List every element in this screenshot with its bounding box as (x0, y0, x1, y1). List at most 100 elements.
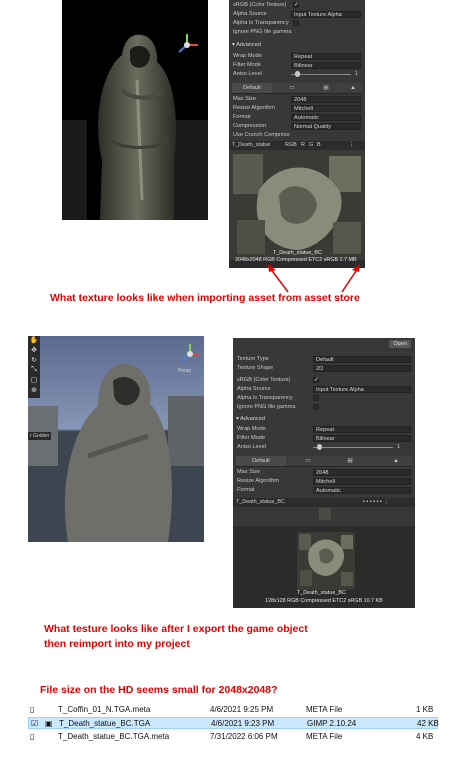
move-tool-icon[interactable]: ✥ (28, 346, 40, 356)
aniso-slider-handle-2[interactable] (317, 444, 322, 450)
channel-b-button[interactable]: B (317, 141, 321, 150)
advanced-label-2: Advanced (240, 416, 265, 422)
aniso-label-2: Aniso Level (237, 444, 266, 450)
filter-mode-dropdown-2[interactable]: Bilinear (313, 435, 411, 442)
file-date: 4/6/2021 9:25 PM (210, 705, 274, 714)
texture-inspector-reimported: Open Texture Type Default Texture Shape 2D… (233, 338, 415, 608)
texture-preview-2: T_Death_statue_BC 128x128 RGB Compressed… (233, 526, 415, 608)
caption-file-size: File size on the HD seems small for 2048… (40, 684, 278, 696)
platform-tabs: Default ▭ ▤ ▲ (232, 83, 362, 94)
aniso-value-2[interactable]: 1 (397, 444, 400, 450)
texture-atlas-image (229, 150, 365, 260)
caption-reimport-line1: What testure looks like after I export t… (44, 623, 308, 635)
texture-shape-dropdown[interactable]: 2D (313, 365, 411, 372)
alpha-transparency-label: Alpha Is Transparency (233, 20, 289, 26)
alpha-source-dropdown[interactable]: Input Texture Alpha (291, 11, 361, 18)
tab-standalone-icon[interactable]: ▭ (282, 83, 302, 93)
open-button[interactable]: Open (389, 340, 411, 348)
wrap-mode-label: Wrap Mode (233, 53, 262, 59)
wrap-mode-dropdown-2[interactable]: Repeat (313, 426, 411, 433)
scene-gizmo[interactable] (174, 32, 200, 58)
ignore-png-label-2: Ignore PNG file gamma (237, 404, 296, 410)
alpha-source-label-2: Alpha Source (237, 386, 271, 392)
gimp-file-icon: ▣ (45, 719, 53, 728)
format-dropdown[interactable]: Automatic (291, 114, 361, 121)
caption-reimport-line2: then reimport into my project (44, 638, 190, 650)
scene-view-original[interactable] (62, 0, 208, 220)
filter-mode-dropdown[interactable]: Bilinear (291, 62, 361, 69)
crunch-label: Use Crunch Compress (233, 132, 290, 138)
aniso-slider-handle[interactable] (295, 71, 300, 77)
format-label-2: Format (237, 487, 255, 493)
ignore-png-label: Ignore PNG file gamma (233, 29, 292, 35)
srgb-checkbox[interactable]: ✓ (293, 2, 299, 8)
meta-file-icon: ▯ (30, 732, 35, 741)
scene-gizmo-2[interactable] (178, 342, 202, 366)
tab-ios-icon[interactable]: ▤ (316, 83, 336, 93)
alpha-transparency-checkbox-2[interactable] (313, 395, 319, 401)
max-size-dropdown-2[interactable]: 2048 (313, 469, 411, 476)
resize-dropdown-2[interactable]: Mitchell (313, 478, 411, 485)
alpha-transparency-checkbox[interactable] (293, 20, 299, 26)
preview-toolbar-2: T_Death_statue_BC ▪ ▪ ▪ ▪ ▪ ▪ ⋮ (233, 498, 415, 507)
max-size-label-2: Max Size (237, 469, 261, 475)
rect-tool-icon[interactable]: ▢ (28, 376, 40, 386)
alpha-source-dropdown-2[interactable]: Input Texture Alpha (313, 386, 411, 393)
alpha-transparency-label-2: Alpha Is Transparency (237, 395, 293, 401)
file-date: 4/6/2021 9:23 PM (211, 719, 275, 728)
channel-rgb-button[interactable]: RGB (285, 141, 297, 150)
checkbox-checked-icon[interactable]: ☑ (31, 718, 38, 730)
tab-default-2[interactable]: Default (236, 456, 286, 466)
file-type: META File (306, 732, 343, 741)
meta-file-icon: ▯ (30, 705, 35, 714)
advanced-foldout-2[interactable]: ▾ Advanced (236, 416, 265, 422)
hand-tool-icon[interactable]: ✋ (28, 336, 40, 346)
file-type: META File (306, 705, 343, 714)
texture-inspector-original: sRGB (Color Texture) ✓ Alpha Source Input … (229, 0, 365, 268)
resize-label-2: Resize Algorithm (237, 478, 279, 484)
format-dropdown-2[interactable]: Automatic (313, 487, 411, 494)
compression-dropdown[interactable]: Normal Quality (291, 123, 361, 130)
srgb-checkbox-2[interactable]: ✓ (313, 377, 319, 383)
channel-toggles-icon[interactable]: ▪ ▪ ▪ ▪ ▪ ▪ ⋮ (363, 498, 389, 507)
scene-view-reimported[interactable]: ✋ ✥ ↻ ⤡ ▢ ⊕ Persp r Golden (28, 336, 204, 542)
tab-default[interactable]: Default (232, 83, 272, 93)
platform-tabs-2: Default ▭ ▤ ▲ (236, 456, 412, 467)
preview-name: T_Death_statue (232, 142, 271, 148)
texture-type-dropdown[interactable]: Default (313, 356, 411, 363)
channel-r-button[interactable]: R (301, 141, 305, 150)
file-type: GIMP 2.10.24 (307, 719, 357, 728)
tab-android-icon[interactable]: ▲ (344, 83, 362, 93)
red-arrows (268, 264, 360, 293)
aniso-slider[interactable] (291, 74, 351, 75)
channel-g-button[interactable]: G (309, 141, 313, 150)
aniso-slider-2[interactable] (313, 447, 393, 448)
scale-tool-icon[interactable]: ⤡ (28, 366, 40, 376)
rotate-tool-icon[interactable]: ↻ (28, 356, 40, 366)
ignore-png-checkbox-2[interactable] (313, 404, 319, 410)
resize-dropdown[interactable]: Mitchell (291, 105, 361, 112)
file-name: T_Death_statue_BC.TGA.meta (58, 732, 170, 741)
persp-label[interactable]: Persp (178, 368, 191, 374)
file-row[interactable]: ▯ T_Death_statue_BC.TGA.meta 7/31/2022 6… (28, 731, 438, 743)
texture-info-2: 128x128 RGB Compressed ETC2 sRGB 10.7 KB (265, 598, 383, 604)
wrap-mode-dropdown[interactable]: Repeat (291, 53, 361, 60)
advanced-foldout[interactable]: ▾ Advanced (232, 42, 261, 48)
mip-thumbnail (319, 508, 331, 520)
tab-standalone-icon-2[interactable]: ▭ (298, 456, 318, 466)
texture-name-overlay-2: T_Death_statue_BC (297, 590, 346, 596)
filter-mode-label: Filter Mode (233, 62, 261, 68)
tab-ios-icon-2[interactable]: ▤ (340, 456, 360, 466)
aniso-value[interactable]: 1 (355, 71, 358, 77)
file-name: T_Death_statue_BC.TGA (59, 719, 151, 728)
file-row-selected[interactable]: ☑ ▣ T_Death_statue_BC.TGA 4/6/2021 9:23 … (28, 717, 439, 730)
transform-tool-icon[interactable]: ⊕ (28, 386, 40, 396)
tab-android-icon-2[interactable]: ▲ (386, 456, 406, 466)
aniso-label: Aniso Level (233, 71, 262, 77)
file-row[interactable]: ▯ T_Coffin_01_N.TGA.meta 4/6/2021 9:25 P… (28, 704, 438, 716)
compression-label: Compression (233, 123, 266, 129)
preview-toolbar: T_Death_statue RGB R G B ⋮ (229, 141, 365, 150)
max-size-dropdown[interactable]: 2048 (291, 96, 361, 103)
preview-menu-icon[interactable]: ⋮ (349, 141, 354, 150)
resize-label: Resize Algorithm (233, 105, 275, 111)
